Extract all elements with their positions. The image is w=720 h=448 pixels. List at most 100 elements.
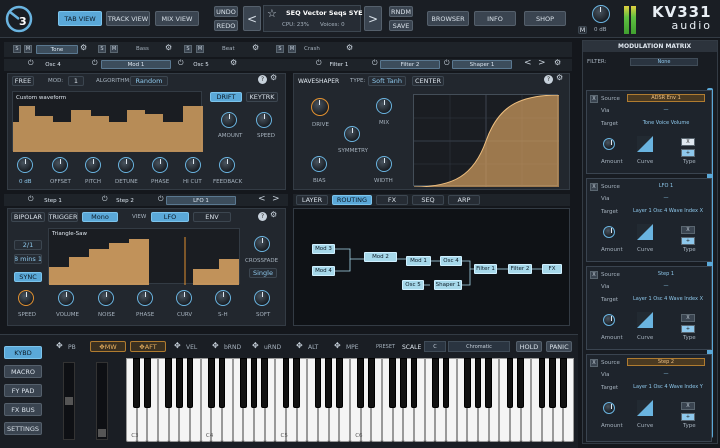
source-select[interactable]: Step 2 [627,358,705,366]
width-knob[interactable] [376,156,392,172]
env-tab[interactable]: ENV [193,212,231,222]
remove-slot-button[interactable]: X [590,95,598,103]
node-mod1[interactable]: Mod 1 [406,256,431,266]
lfo-phase-knob[interactable] [137,290,153,306]
type-x-button[interactable]: X [681,138,695,146]
black-key[interactable] [431,358,439,409]
xy-pad-button[interactable]: FY PAD [4,384,42,397]
black-key[interactable] [207,358,215,409]
type-x-button[interactable]: X [681,226,695,234]
gear-icon[interactable]: ⚙ [230,59,237,67]
black-key[interactable] [485,358,493,409]
curve-display[interactable] [637,136,653,152]
node-osc4[interactable]: Osc 4 [440,256,462,266]
bipolar-button[interactable]: BIPOLAR [11,212,45,222]
black-key[interactable] [506,358,514,409]
curve-knob[interactable] [176,290,192,306]
black-key[interactable] [335,358,343,409]
source-select[interactable]: Step 1 [627,270,705,278]
remove-slot-button[interactable]: X [590,359,598,367]
power-icon[interactable]: ⏻ [28,60,34,67]
black-key[interactable] [282,358,290,409]
layer-name[interactable]: Beat [222,46,235,52]
detune-knob[interactable] [118,157,134,173]
mono-button[interactable]: Mono [82,212,118,222]
pitch-knob[interactable] [85,157,101,173]
chevron-right-icon[interactable]: > [272,195,280,204]
bias-knob[interactable] [311,156,327,172]
hold-button[interactable]: HOLD [516,341,542,352]
gear-icon[interactable]: ⚙ [346,44,353,52]
algorithm-select[interactable]: Random [130,76,168,86]
type-x-button[interactable]: X [681,314,695,322]
kybd-button[interactable]: KYBD [4,346,42,359]
hicut-knob[interactable] [185,157,201,173]
move-icon[interactable]: ✥ [334,342,341,350]
slot-mod1[interactable]: Mod 1 [101,60,171,69]
matrix-filter-select[interactable]: None [630,58,698,66]
shop-button[interactable]: SHOP [524,11,566,26]
pitch-bend-wheel[interactable] [63,362,75,440]
gear-icon[interactable]: ⚙ [270,211,277,219]
black-key[interactable] [261,358,269,409]
solo-button[interactable]: S [98,45,106,53]
gear-icon[interactable]: ⚙ [252,44,259,52]
layer-name[interactable]: Tone [36,45,78,54]
sample-hold-knob[interactable] [215,290,231,306]
shaper-curve-display[interactable] [413,94,560,188]
redo-button[interactable]: REDO [214,20,238,31]
solo-button[interactable]: S [184,45,192,53]
black-key[interactable] [293,358,301,409]
amount-knob[interactable] [603,138,615,150]
black-key[interactable] [517,358,525,409]
move-icon[interactable]: ✥ [56,342,63,350]
lfo-volume-knob[interactable] [58,290,74,306]
slot-osc5[interactable]: Osc 5 [186,60,216,69]
black-key[interactable] [186,358,194,409]
target-select[interactable]: Layer 1 Osc 4 Wave Index Y [627,383,709,391]
move-icon[interactable]: ✥ [296,342,303,350]
drift-button[interactable]: DRIFT [210,92,242,102]
black-key[interactable] [442,358,450,409]
browser-button[interactable]: BROWSER [427,11,469,26]
fx-tab[interactable]: FX [376,195,408,205]
black-key[interactable] [143,358,151,409]
node-filter2[interactable]: Filter 2 [508,264,532,274]
help-icon[interactable]: ? [258,75,267,84]
crossfade-knob[interactable] [254,236,270,252]
solo-button[interactable]: S [276,45,284,53]
black-key[interactable] [165,358,173,409]
black-key[interactable] [325,358,333,409]
black-key[interactable] [463,358,471,409]
mod-value[interactable]: 1 [68,76,84,86]
noise-knob[interactable] [98,290,114,306]
node-mod4[interactable]: Mod 4 [312,266,335,276]
power-icon[interactable]: ⏻ [444,60,450,67]
black-key[interactable] [549,358,557,409]
arp-tab[interactable]: ARP [448,195,480,205]
lfo-speed-knob[interactable] [18,290,34,306]
remove-slot-button[interactable]: X [590,183,598,191]
node-filter1[interactable]: Filter 1 [474,264,497,274]
trigger-button[interactable]: TRIGGER [48,212,78,222]
curve-display[interactable] [637,224,653,240]
via-select[interactable]: — [627,370,705,378]
soft-knob[interactable] [254,290,270,306]
amount-knob[interactable] [603,402,615,414]
type-plus-button[interactable]: + [681,413,695,421]
tab-view-button[interactable]: TAB VIEW [58,11,102,26]
black-key[interactable] [314,358,322,409]
black-key[interactable] [399,358,407,409]
star-icon[interactable]: ☆ [267,8,277,19]
node-osc5[interactable]: Osc 5 [402,280,424,290]
save-button[interactable]: SAVE [389,20,413,31]
black-key[interactable] [559,358,567,409]
slot-step1[interactable]: Step 1 [38,196,68,205]
routing-graph[interactable]: Mod 3 Mod 4 Mod 2 Mod 1 Osc 4 Osc 5 Shap… [293,208,570,326]
center-button[interactable]: CENTER [412,76,444,86]
help-icon[interactable]: ? [544,75,553,84]
free-button[interactable]: FREE [12,76,34,86]
slot-lfo1[interactable]: LFO 1 [166,196,236,205]
source-select[interactable]: ADSR Env 1 [627,94,705,102]
prev-preset-button[interactable]: < [243,6,261,31]
